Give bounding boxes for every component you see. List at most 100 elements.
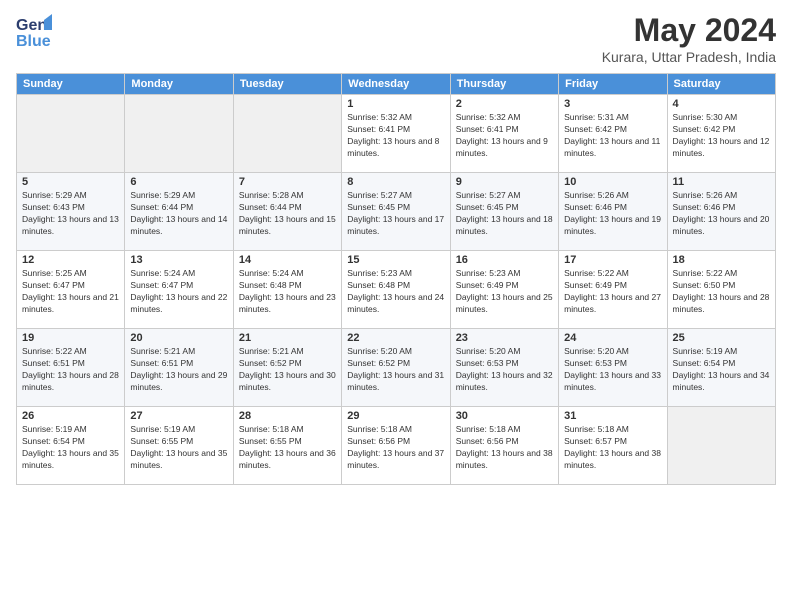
calendar-week-4: 26 Sunrise: 5:19 AMSunset: 6:54 PMDaylig…	[17, 407, 776, 485]
cell-content: Sunrise: 5:25 AMSunset: 6:47 PMDaylight:…	[22, 268, 119, 316]
calendar-cell: 31 Sunrise: 5:18 AMSunset: 6:57 PMDaylig…	[559, 407, 667, 485]
cell-content: Sunrise: 5:32 AMSunset: 6:41 PMDaylight:…	[347, 112, 444, 160]
cell-content: Sunrise: 5:18 AMSunset: 6:57 PMDaylight:…	[564, 424, 661, 472]
day-number: 25	[673, 332, 770, 344]
calendar-week-2: 12 Sunrise: 5:25 AMSunset: 6:47 PMDaylig…	[17, 251, 776, 329]
svg-text:Blue: Blue	[16, 33, 51, 50]
calendar-cell: 24 Sunrise: 5:20 AMSunset: 6:53 PMDaylig…	[559, 329, 667, 407]
cell-content: Sunrise: 5:31 AMSunset: 6:42 PMDaylight:…	[564, 112, 661, 160]
calendar-cell: 28 Sunrise: 5:18 AMSunset: 6:55 PMDaylig…	[233, 407, 341, 485]
calendar-cell: 30 Sunrise: 5:18 AMSunset: 6:56 PMDaylig…	[450, 407, 558, 485]
weekday-header-monday: Monday	[125, 74, 233, 95]
cell-content: Sunrise: 5:19 AMSunset: 6:54 PMDaylight:…	[673, 346, 770, 394]
cell-content: Sunrise: 5:29 AMSunset: 6:43 PMDaylight:…	[22, 190, 119, 238]
calendar-cell	[125, 95, 233, 173]
day-number: 19	[22, 332, 119, 344]
cell-content: Sunrise: 5:20 AMSunset: 6:53 PMDaylight:…	[564, 346, 661, 394]
calendar-header-row: SundayMondayTuesdayWednesdayThursdayFrid…	[17, 74, 776, 95]
calendar-table: SundayMondayTuesdayWednesdayThursdayFrid…	[16, 73, 776, 485]
day-number: 13	[130, 254, 227, 266]
calendar-cell: 20 Sunrise: 5:21 AMSunset: 6:51 PMDaylig…	[125, 329, 233, 407]
calendar-week-3: 19 Sunrise: 5:22 AMSunset: 6:51 PMDaylig…	[17, 329, 776, 407]
calendar-cell: 5 Sunrise: 5:29 AMSunset: 6:43 PMDayligh…	[17, 173, 125, 251]
day-number: 11	[673, 176, 770, 188]
day-number: 6	[130, 176, 227, 188]
day-number: 17	[564, 254, 661, 266]
month-title: May 2024	[602, 12, 776, 49]
calendar-cell: 18 Sunrise: 5:22 AMSunset: 6:50 PMDaylig…	[667, 251, 775, 329]
calendar-cell: 25 Sunrise: 5:19 AMSunset: 6:54 PMDaylig…	[667, 329, 775, 407]
calendar-cell: 3 Sunrise: 5:31 AMSunset: 6:42 PMDayligh…	[559, 95, 667, 173]
cell-content: Sunrise: 5:26 AMSunset: 6:46 PMDaylight:…	[673, 190, 770, 238]
calendar-cell	[17, 95, 125, 173]
cell-content: Sunrise: 5:21 AMSunset: 6:52 PMDaylight:…	[239, 346, 336, 394]
cell-content: Sunrise: 5:24 AMSunset: 6:48 PMDaylight:…	[239, 268, 336, 316]
calendar-cell: 19 Sunrise: 5:22 AMSunset: 6:51 PMDaylig…	[17, 329, 125, 407]
cell-content: Sunrise: 5:23 AMSunset: 6:49 PMDaylight:…	[456, 268, 553, 316]
day-number: 20	[130, 332, 227, 344]
logo: General Blue	[16, 12, 52, 59]
day-number: 9	[456, 176, 553, 188]
day-number: 30	[456, 410, 553, 422]
day-number: 23	[456, 332, 553, 344]
day-number: 3	[564, 98, 661, 110]
day-number: 22	[347, 332, 444, 344]
cell-content: Sunrise: 5:26 AMSunset: 6:46 PMDaylight:…	[564, 190, 661, 238]
day-number: 14	[239, 254, 336, 266]
calendar-cell: 21 Sunrise: 5:21 AMSunset: 6:52 PMDaylig…	[233, 329, 341, 407]
calendar-cell: 8 Sunrise: 5:27 AMSunset: 6:45 PMDayligh…	[342, 173, 450, 251]
cell-content: Sunrise: 5:24 AMSunset: 6:47 PMDaylight:…	[130, 268, 227, 316]
cell-content: Sunrise: 5:20 AMSunset: 6:53 PMDaylight:…	[456, 346, 553, 394]
location: Kurara, Uttar Pradesh, India	[602, 49, 776, 65]
calendar-cell: 27 Sunrise: 5:19 AMSunset: 6:55 PMDaylig…	[125, 407, 233, 485]
day-number: 26	[22, 410, 119, 422]
calendar-cell: 14 Sunrise: 5:24 AMSunset: 6:48 PMDaylig…	[233, 251, 341, 329]
cell-content: Sunrise: 5:27 AMSunset: 6:45 PMDaylight:…	[347, 190, 444, 238]
day-number: 31	[564, 410, 661, 422]
cell-content: Sunrise: 5:30 AMSunset: 6:42 PMDaylight:…	[673, 112, 770, 160]
day-number: 29	[347, 410, 444, 422]
day-number: 2	[456, 98, 553, 110]
cell-content: Sunrise: 5:22 AMSunset: 6:49 PMDaylight:…	[564, 268, 661, 316]
calendar-cell: 6 Sunrise: 5:29 AMSunset: 6:44 PMDayligh…	[125, 173, 233, 251]
calendar-cell	[667, 407, 775, 485]
calendar-cell: 1 Sunrise: 5:32 AMSunset: 6:41 PMDayligh…	[342, 95, 450, 173]
day-number: 15	[347, 254, 444, 266]
weekday-header-saturday: Saturday	[667, 74, 775, 95]
calendar-body: 1 Sunrise: 5:32 AMSunset: 6:41 PMDayligh…	[17, 95, 776, 485]
cell-content: Sunrise: 5:28 AMSunset: 6:44 PMDaylight:…	[239, 190, 336, 238]
day-number: 8	[347, 176, 444, 188]
logo-icon: General Blue	[16, 12, 52, 54]
calendar-cell: 13 Sunrise: 5:24 AMSunset: 6:47 PMDaylig…	[125, 251, 233, 329]
weekday-header-friday: Friday	[559, 74, 667, 95]
day-number: 7	[239, 176, 336, 188]
title-block: May 2024 Kurara, Uttar Pradesh, India	[602, 12, 776, 65]
day-number: 18	[673, 254, 770, 266]
day-number: 24	[564, 332, 661, 344]
cell-content: Sunrise: 5:21 AMSunset: 6:51 PMDaylight:…	[130, 346, 227, 394]
calendar-cell: 22 Sunrise: 5:20 AMSunset: 6:52 PMDaylig…	[342, 329, 450, 407]
cell-content: Sunrise: 5:23 AMSunset: 6:48 PMDaylight:…	[347, 268, 444, 316]
calendar-cell: 2 Sunrise: 5:32 AMSunset: 6:41 PMDayligh…	[450, 95, 558, 173]
weekday-header-tuesday: Tuesday	[233, 74, 341, 95]
day-number: 21	[239, 332, 336, 344]
cell-content: Sunrise: 5:32 AMSunset: 6:41 PMDaylight:…	[456, 112, 553, 160]
calendar-cell: 4 Sunrise: 5:30 AMSunset: 6:42 PMDayligh…	[667, 95, 775, 173]
cell-content: Sunrise: 5:29 AMSunset: 6:44 PMDaylight:…	[130, 190, 227, 238]
calendar-cell: 7 Sunrise: 5:28 AMSunset: 6:44 PMDayligh…	[233, 173, 341, 251]
calendar-cell: 15 Sunrise: 5:23 AMSunset: 6:48 PMDaylig…	[342, 251, 450, 329]
calendar-cell: 12 Sunrise: 5:25 AMSunset: 6:47 PMDaylig…	[17, 251, 125, 329]
calendar-cell	[233, 95, 341, 173]
weekday-header-thursday: Thursday	[450, 74, 558, 95]
cell-content: Sunrise: 5:18 AMSunset: 6:56 PMDaylight:…	[347, 424, 444, 472]
day-number: 4	[673, 98, 770, 110]
day-number: 27	[130, 410, 227, 422]
cell-content: Sunrise: 5:22 AMSunset: 6:50 PMDaylight:…	[673, 268, 770, 316]
day-number: 12	[22, 254, 119, 266]
calendar-cell: 9 Sunrise: 5:27 AMSunset: 6:45 PMDayligh…	[450, 173, 558, 251]
day-number: 28	[239, 410, 336, 422]
cell-content: Sunrise: 5:22 AMSunset: 6:51 PMDaylight:…	[22, 346, 119, 394]
calendar-cell: 16 Sunrise: 5:23 AMSunset: 6:49 PMDaylig…	[450, 251, 558, 329]
calendar-week-0: 1 Sunrise: 5:32 AMSunset: 6:41 PMDayligh…	[17, 95, 776, 173]
calendar-week-1: 5 Sunrise: 5:29 AMSunset: 6:43 PMDayligh…	[17, 173, 776, 251]
